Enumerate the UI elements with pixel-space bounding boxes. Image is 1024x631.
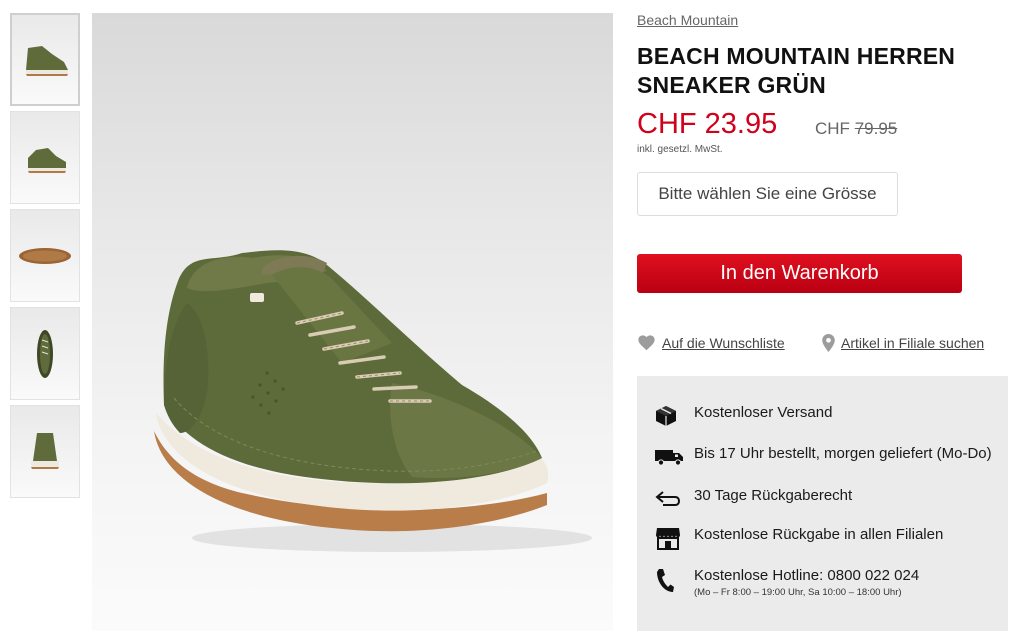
find-in-store-link[interactable]: Artikel in Filiale suchen	[822, 334, 984, 352]
location-pin-icon	[822, 334, 835, 352]
phone-icon	[655, 567, 685, 595]
size-select[interactable]: Bitte wählen Sie eine Grösse	[637, 172, 898, 216]
brand-link[interactable]: Beach Mountain	[637, 12, 738, 28]
hotline-text[interactable]: Kostenlose Hotline: 0800 022 024	[694, 567, 919, 585]
delivery-text: Bis 17 Uhr bestellt, morgen geliefert (M…	[694, 445, 992, 462]
info-returns: 30 Tage Rückgaberecht	[655, 487, 852, 511]
returns-text: 30 Tage Rückgaberecht	[694, 487, 853, 504]
product-main-image[interactable]	[92, 13, 613, 631]
service-info-box: Kostenloser Versand Bis 17 Uhr bestellt,…	[637, 376, 1008, 631]
info-delivery: Bis 17 Uhr bestellt, morgen geliefert (M…	[655, 445, 992, 469]
heart-icon	[638, 335, 655, 351]
vat-note: inkl. gesetzl. MwSt.	[637, 144, 723, 155]
product-title: BEACH MOUNTAIN HERREN SNEAKER GRÜN	[637, 43, 956, 98]
info-shipping: Kostenloser Versand	[655, 404, 832, 428]
add-to-cart-button[interactable]: In den Warenkorb	[637, 254, 962, 293]
wishlist-label: Auf die Wunschliste	[662, 334, 785, 351]
shoe-sole-thumbnail-icon	[19, 247, 71, 264]
old-price-value: 79.95	[854, 119, 898, 138]
thumbnail-gallery	[10, 13, 80, 503]
thumbnail-sole-view[interactable]	[10, 209, 80, 302]
thumbnail-back-view[interactable]	[10, 405, 80, 498]
hotline-block: Kostenlose Hotline: 0800 022 024 (Mo – F…	[694, 567, 919, 599]
return-arrow-icon	[655, 487, 685, 511]
old-price-currency: CHF	[815, 119, 850, 138]
store-returns-text: Kostenlose Rückgabe in allen Filialen	[694, 526, 944, 543]
info-store-returns: Kostenlose Rückgabe in allen Filialen	[655, 526, 943, 550]
hotline-hours: (Mo – Fr 8:00 – 19:00 Uhr, Sa 10:00 – 18…	[694, 587, 902, 598]
current-price: CHF 23.95	[637, 108, 778, 140]
store-icon	[655, 526, 685, 550]
product-page: Beach Mountain BEACH MOUNTAIN HERREN SNE…	[0, 0, 1024, 631]
old-price: CHF 79.95	[815, 119, 897, 139]
find-in-store-label: Artikel in Filiale suchen	[841, 335, 985, 351]
thumbnail-outer-view[interactable]	[10, 111, 80, 204]
package-icon	[655, 404, 685, 428]
shoe-outer-thumbnail-icon	[28, 147, 66, 173]
thumbnail-top-view[interactable]	[10, 307, 80, 400]
truck-icon	[655, 445, 685, 469]
wishlist-link[interactable]: Auf die Wunschliste	[637, 334, 785, 351]
shoe-top-thumbnail-icon	[37, 329, 53, 378]
shoe-side-thumbnail-icon	[26, 45, 68, 76]
info-hotline: Kostenlose Hotline: 0800 022 024 (Mo – F…	[655, 567, 919, 599]
shipping-text: Kostenloser Versand	[694, 404, 833, 421]
sneaker-image	[154, 250, 592, 552]
shoe-back-thumbnail-icon	[31, 432, 59, 469]
thumbnail-side-view[interactable]	[10, 13, 80, 106]
